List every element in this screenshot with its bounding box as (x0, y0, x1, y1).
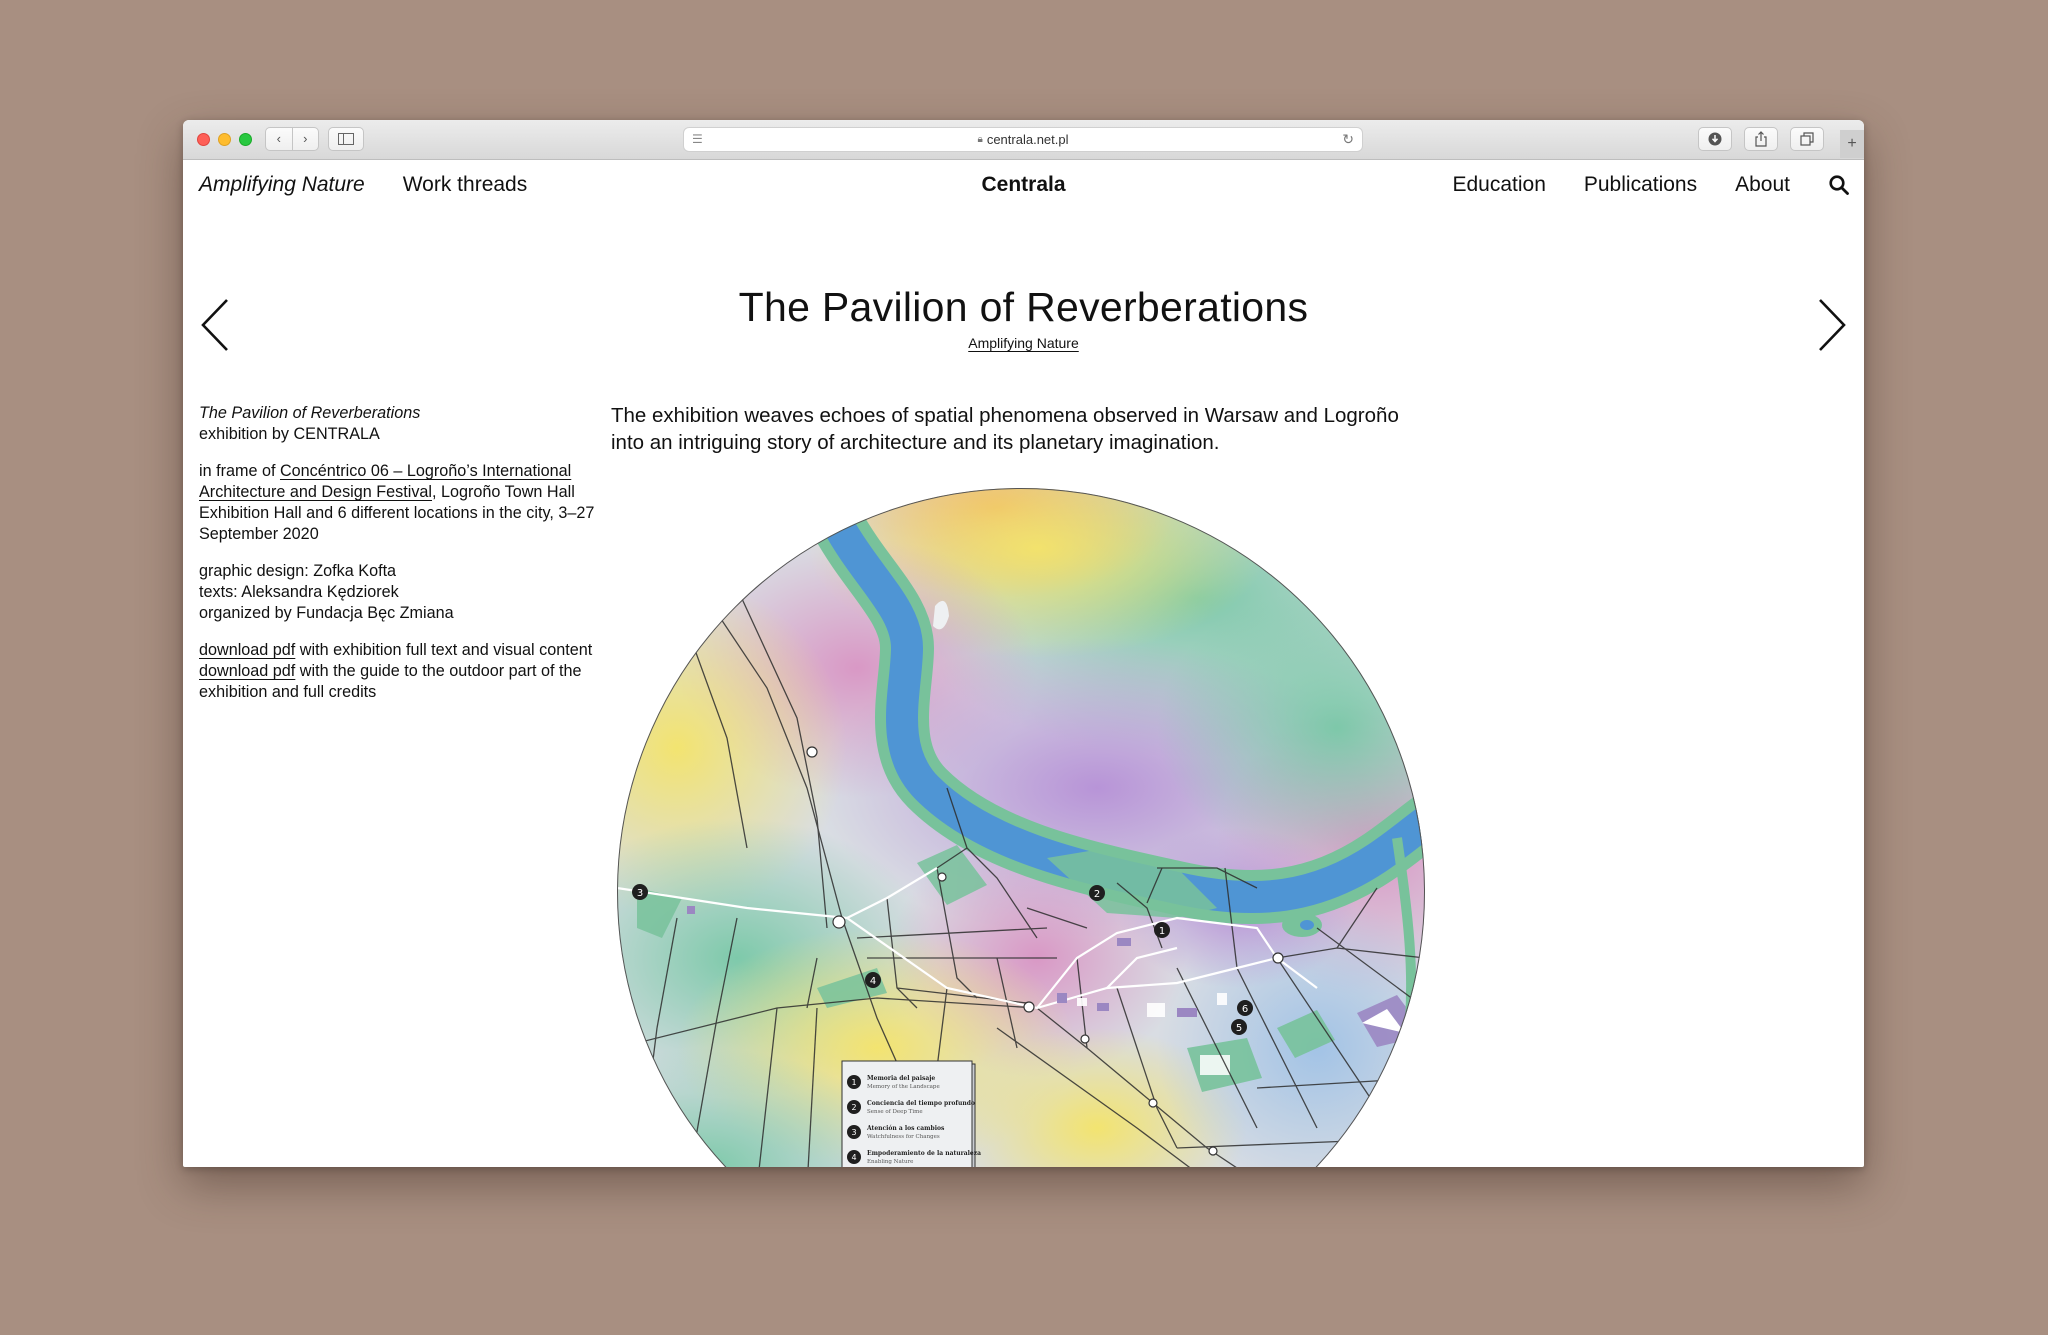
legend-num: 3 (851, 1128, 856, 1137)
download-pdf-link-1[interactable]: download pdf (199, 641, 295, 659)
download-icon (1708, 132, 1722, 146)
info-frame-block: in frame of Concéntrico 06 – Logroño’s I… (199, 461, 599, 545)
forward-button[interactable]: › (291, 128, 319, 150)
map-marker-5[interactable]: 5 (1231, 1019, 1247, 1035)
marker-label: 1 (1159, 926, 1165, 937)
legend-num: 4 (851, 1153, 856, 1162)
url-text: centrala.net.pl (986, 132, 1069, 147)
tab-overview-button[interactable] (1790, 127, 1824, 151)
info-frame-prefix: in frame of (199, 462, 280, 480)
address-bar[interactable]: ☰ 🔒︎ centrala.net.pl ↻ (683, 127, 1363, 152)
download-1-description: with exhibition full text and visual con… (295, 641, 593, 659)
info-texts: texts: Aleksandra Kędziorek (199, 583, 399, 601)
project-info: The Pavilion of Reverberations exhibitio… (199, 403, 599, 719)
reload-icon[interactable]: ↻ (1342, 131, 1354, 148)
browser-toolbar: ‹ › ☰ 🔒︎ centrala.net.pl ↻ + (183, 120, 1864, 160)
history-nav: ‹ › (265, 127, 319, 151)
new-tab-button[interactable]: + (1840, 130, 1864, 158)
legend-title: Atención a los cambios (866, 1125, 945, 1132)
exhibition-map-image: 1 2 3 4 5 6 1 Memoria del paisaje Memory… (617, 488, 1425, 1167)
info-graphic-design: graphic design: Zofka Kofta (199, 562, 397, 580)
marker-label: 2 (1094, 889, 1100, 900)
map-marker-2[interactable]: 2 (1089, 885, 1105, 901)
marker-label: 5 (1236, 1023, 1242, 1034)
tabs-icon (1800, 132, 1814, 146)
map-marker-1[interactable]: 1 (1154, 922, 1170, 938)
marker-label: 3 (637, 888, 643, 899)
page-title: The Pavilion of Reverberations (738, 284, 1309, 330)
map-legend: 1 Memoria del paisaje Memory of the Land… (841, 1060, 981, 1167)
info-exhibition-by: exhibition by CENTRALA (199, 425, 380, 443)
map-marker-4[interactable]: 4 (865, 972, 881, 988)
window-controls (197, 133, 252, 146)
legend-subtitle: Watchfulness for Changes (867, 1134, 940, 1140)
info-organized: organized by Fundacja Bęc Zmiana (199, 604, 454, 622)
minimize-window-button[interactable] (218, 133, 231, 146)
share-icon (1755, 131, 1767, 147)
nav-about[interactable]: About (1735, 173, 1790, 197)
search-icon[interactable] (1828, 174, 1850, 196)
info-project-name: The Pavilion of Reverberations (199, 404, 421, 422)
marker-label: 4 (870, 976, 876, 987)
back-button[interactable]: ‹ (266, 128, 292, 150)
primary-nav: Amplifying Nature Work threads (199, 173, 527, 197)
web-page: Amplifying Nature Work threads Centrala … (183, 160, 1864, 1167)
nav-publications[interactable]: Publications (1584, 173, 1697, 197)
nav-work-threads[interactable]: Work threads (403, 173, 528, 197)
map-marker-6[interactable]: 6 (1237, 1000, 1253, 1016)
nav-education[interactable]: Education (1452, 173, 1545, 197)
downloads-button[interactable] (1698, 127, 1732, 151)
legend-title: Memoria del paisaje (867, 1075, 935, 1082)
browser-window: ‹ › ☰ 🔒︎ centrala.net.pl ↻ + Amplifying … (183, 120, 1864, 1167)
legend-title: Conciencia del tiempo profundo (867, 1100, 975, 1107)
legend-subtitle: Enabling Nature (867, 1159, 913, 1165)
zoom-window-button[interactable] (239, 133, 252, 146)
legend-num: 2 (851, 1103, 856, 1112)
legend-subtitle: Sense of Deep Time (867, 1109, 923, 1115)
reader-icon[interactable]: ☰ (692, 132, 703, 146)
legend-subtitle: Memory of the Landscape (867, 1084, 940, 1090)
sidebar-icon (338, 133, 354, 145)
info-downloads-block: download pdf with exhibition full text a… (199, 640, 599, 703)
map-marker-3[interactable]: 3 (632, 884, 648, 900)
marker-label: 6 (1242, 1004, 1248, 1015)
sidebar-toggle-button[interactable] (328, 127, 364, 151)
info-credits-block: The Pavilion of Reverberations exhibitio… (199, 403, 599, 445)
close-window-button[interactable] (197, 133, 210, 146)
lock-icon: 🔒︎ (977, 134, 983, 145)
category-wrap: Amplifying Nature (183, 335, 1864, 353)
legend-num: 1 (851, 1078, 856, 1087)
info-team-block: graphic design: Zofka Kofta texts: Aleks… (199, 561, 599, 624)
secondary-nav: Education Publications About (1452, 173, 1850, 197)
category-link[interactable]: Amplifying Nature (968, 335, 1079, 351)
nav-amplifying-nature[interactable]: Amplifying Nature (199, 173, 365, 197)
legend-title: Empoderamiento de la naturaleza (867, 1150, 981, 1157)
map-illustration: 1 2 3 4 5 6 1 Memoria del paisaje Memory… (617, 488, 1425, 1167)
project-lede: The exhibition weaves echoes of spatial … (611, 404, 1399, 454)
site-logo-centrala[interactable]: Centrala (981, 173, 1065, 196)
share-button[interactable] (1744, 127, 1778, 151)
download-pdf-link-2[interactable]: download pdf (199, 662, 295, 680)
